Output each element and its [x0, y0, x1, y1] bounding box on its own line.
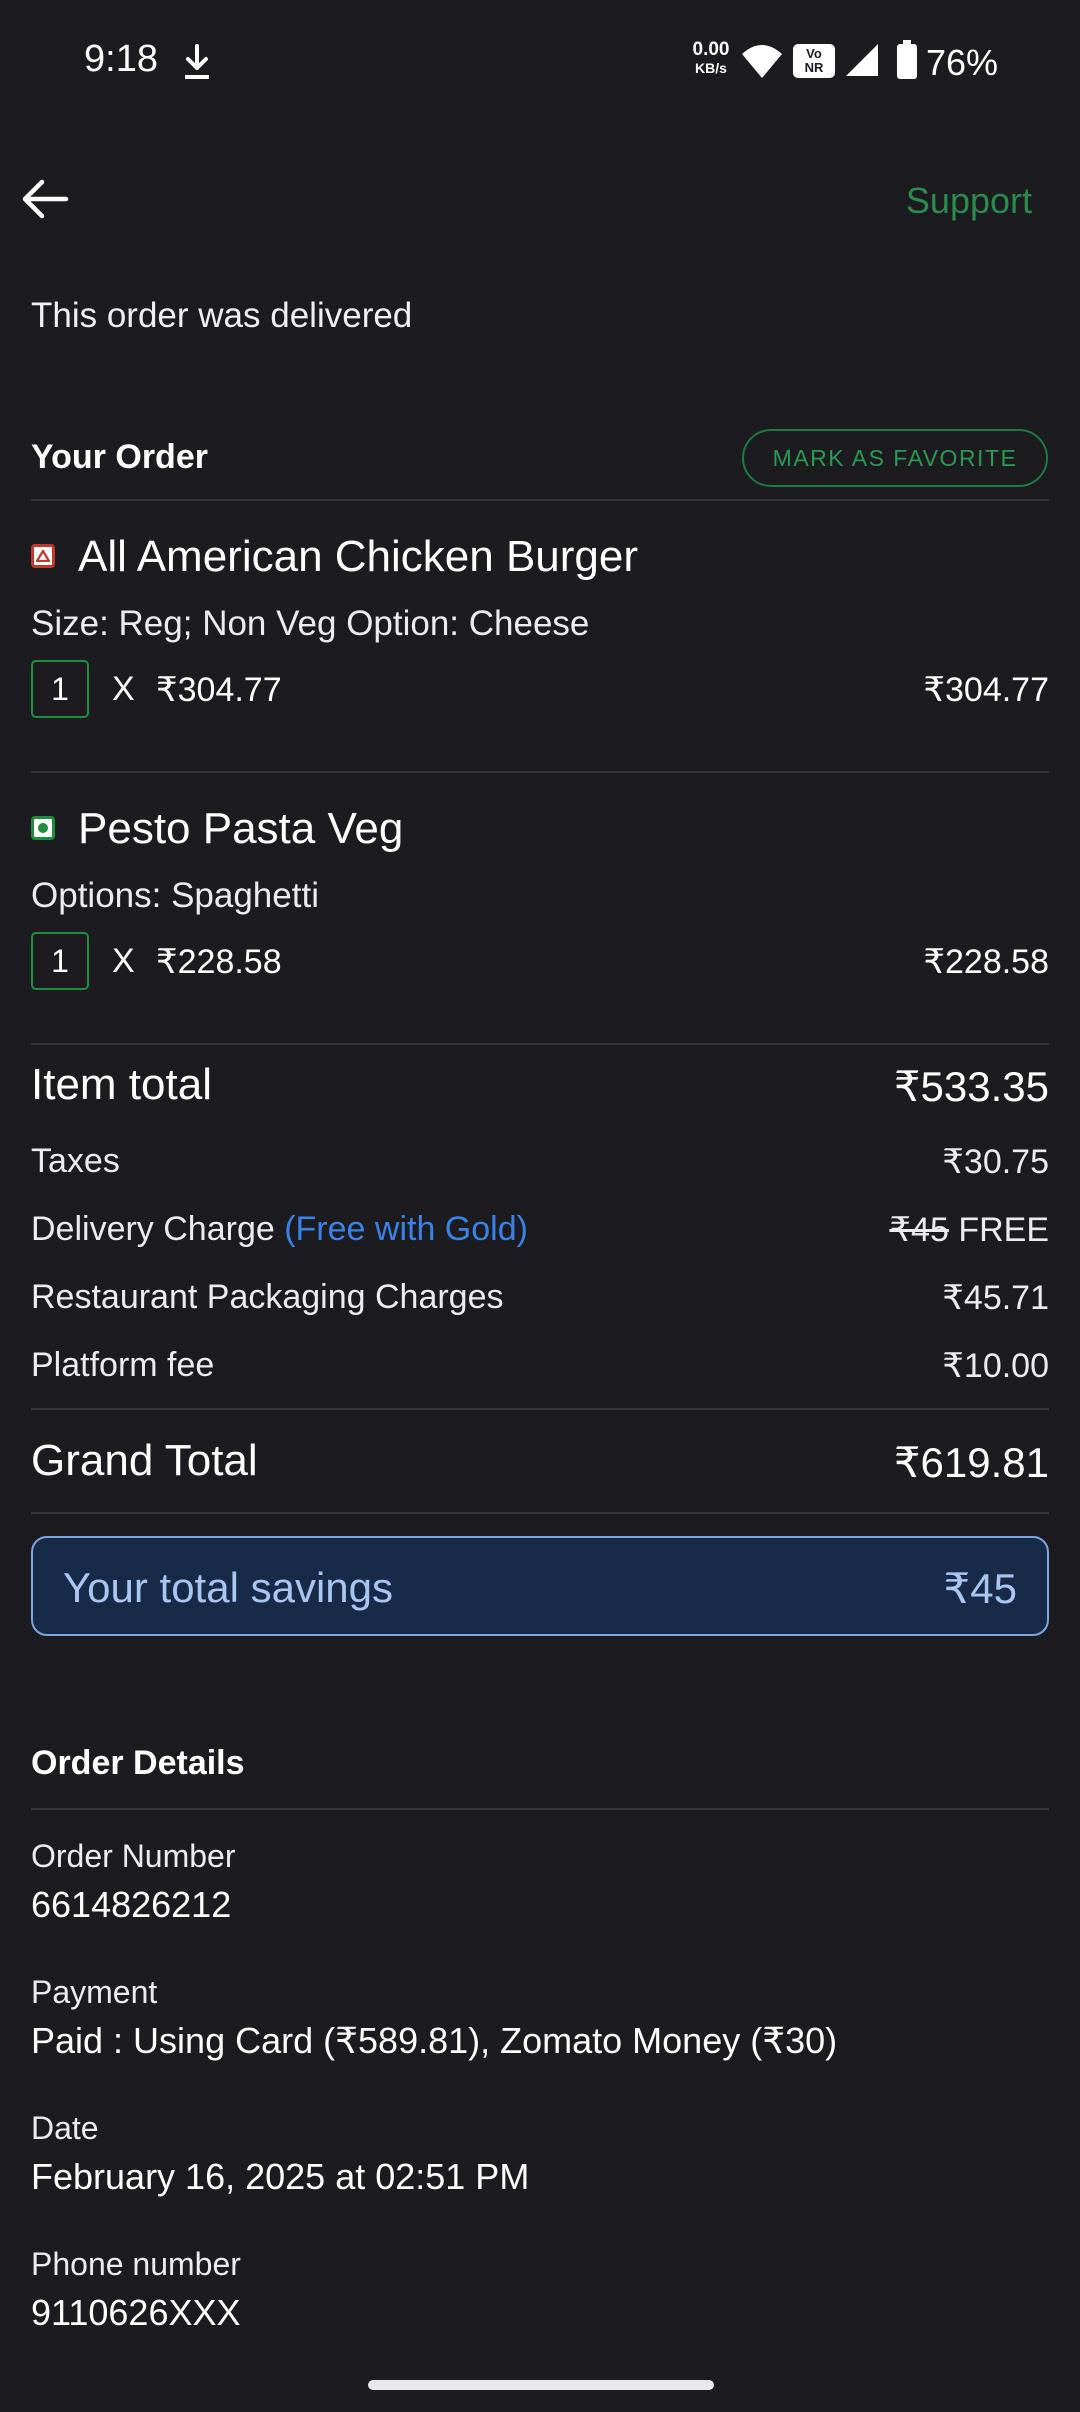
times-symbol: X: [112, 942, 135, 980]
arrow-left-icon[interactable]: [18, 176, 72, 222]
phone-number-value: 9110626XXX: [31, 2292, 241, 2333]
payment-label: Payment: [31, 1974, 158, 2010]
item-name: All American Chicken Burger: [78, 532, 639, 581]
free-with-gold-note: (Free with Gold): [284, 1210, 528, 1248]
savings-banner: Your total savings ₹45: [31, 1536, 1049, 1636]
divider: [31, 1512, 1049, 1514]
status-time: 9:18: [84, 38, 158, 80]
platform-fee-value: ₹10.00: [942, 1347, 1049, 1385]
item-total: ₹228.58: [923, 943, 1049, 981]
phone-number-label: Phone number: [31, 2246, 241, 2282]
date-label: Date: [31, 2110, 99, 2146]
grand-total-label: Grand Total: [31, 1436, 258, 1485]
signal-icon: [846, 44, 878, 76]
date-value: February 16, 2025 at 02:51 PM: [31, 2156, 530, 2197]
item-name: Pesto Pasta Veg: [78, 804, 404, 853]
packaging-label: Restaurant Packaging Charges: [31, 1278, 504, 1316]
item-total: ₹304.77: [923, 671, 1049, 709]
divider: [31, 1043, 1049, 1045]
unit-price: ₹304.77: [156, 671, 282, 709]
network-speed: 0.00 KB/s: [692, 39, 730, 76]
divider: [31, 1408, 1049, 1410]
battery-icon: [897, 40, 917, 79]
order-details-title: Order Details: [31, 1744, 245, 1782]
support-link[interactable]: Support: [906, 180, 1032, 222]
savings-label: Your total savings: [63, 1564, 393, 1611]
quantity-box: 1: [31, 660, 89, 718]
delivery-charge-label: Delivery Charge (Free with Gold): [31, 1210, 528, 1249]
grand-total-value: ₹619.81: [893, 1439, 1049, 1486]
delivery-label-text: Delivery Charge: [31, 1210, 275, 1248]
delivery-charge-value: ₹45 FREE: [889, 1210, 1049, 1250]
unit-price: ₹228.58: [156, 943, 282, 981]
non-veg-icon: [31, 544, 55, 568]
divider: [31, 1808, 1049, 1810]
wifi-icon: [742, 45, 782, 78]
taxes-label: Taxes: [31, 1142, 120, 1180]
order-status-text: This order was delivered: [31, 296, 413, 335]
taxes-value: ₹30.75: [942, 1143, 1049, 1181]
quantity-box: 1: [31, 932, 89, 990]
your-order-title: Your Order: [31, 438, 208, 476]
battery-percentage: 76%: [926, 42, 999, 83]
savings-value: ₹45: [943, 1565, 1017, 1612]
platform-fee-label: Platform fee: [31, 1346, 215, 1384]
item-total-label: Item total: [31, 1060, 212, 1109]
divider: [31, 771, 1049, 773]
home-indicator[interactable]: [368, 2380, 714, 2390]
payment-value: Paid : Using Card (₹589.81), Zomato Mone…: [31, 2020, 838, 2061]
download-icon: [185, 44, 209, 79]
mark-as-favorite-button[interactable]: MARK AS FAVORITE: [742, 429, 1048, 487]
order-number-label: Order Number: [31, 1838, 236, 1874]
item-description: Size: Reg; Non Veg Option: Cheese: [31, 604, 590, 643]
item-total-value: ₹533.35: [893, 1063, 1049, 1110]
delivery-free-text: FREE: [958, 1211, 1049, 1249]
delivery-original-price: ₹45: [889, 1211, 949, 1249]
times-symbol: X: [112, 670, 135, 708]
packaging-value: ₹45.71: [942, 1279, 1049, 1317]
veg-icon: [31, 816, 55, 840]
order-number-value: 6614826212: [31, 1884, 232, 1925]
item-description: Options: Spaghetti: [31, 876, 319, 915]
volte-icon: Vo NR: [793, 44, 835, 78]
divider: [31, 499, 1049, 501]
